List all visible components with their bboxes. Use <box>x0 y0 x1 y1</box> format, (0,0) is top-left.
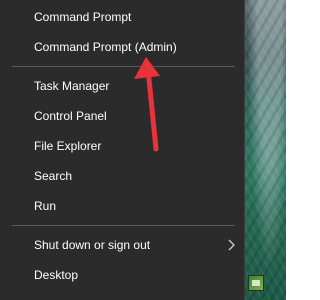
menu-item-label: Run <box>34 199 57 213</box>
screenshot-root: Command Prompt Command Prompt (Admin) Ta… <box>0 0 286 300</box>
menu-item-search[interactable]: Search <box>0 163 244 189</box>
taskbar-app-icon[interactable] <box>248 275 264 291</box>
menu-item-label: Shut down or sign out <box>34 238 151 252</box>
menu-item-label: Desktop <box>34 268 79 282</box>
menu-item-command-prompt[interactable]: Command Prompt <box>0 4 244 30</box>
menu-separator <box>12 66 235 67</box>
menu-item-label: Command Prompt (Admin) <box>34 40 177 54</box>
menu-item-control-panel[interactable]: Control Panel <box>0 103 244 129</box>
menu-item-label: File Explorer <box>34 139 102 153</box>
chevron-right-icon <box>226 232 236 258</box>
menu-item-label: Search <box>34 169 73 183</box>
menu-item-shut-down-or-sign-out[interactable]: Shut down or sign out <box>0 232 244 258</box>
menu-item-command-prompt-admin[interactable]: Command Prompt (Admin) <box>0 34 244 60</box>
menu-item-file-explorer[interactable]: File Explorer <box>0 133 244 159</box>
power-user-menu: Command Prompt Command Prompt (Admin) Ta… <box>0 0 245 300</box>
menu-separator <box>12 225 235 226</box>
menu-item-label: Control Panel <box>34 109 107 123</box>
desktop-wallpaper <box>245 0 286 300</box>
menu-item-task-manager[interactable]: Task Manager <box>0 73 244 99</box>
menu-item-label: Command Prompt <box>34 10 132 24</box>
menu-item-desktop[interactable]: Desktop <box>0 262 244 288</box>
menu-item-label: Task Manager <box>34 79 110 93</box>
menu-item-run[interactable]: Run <box>0 193 244 219</box>
